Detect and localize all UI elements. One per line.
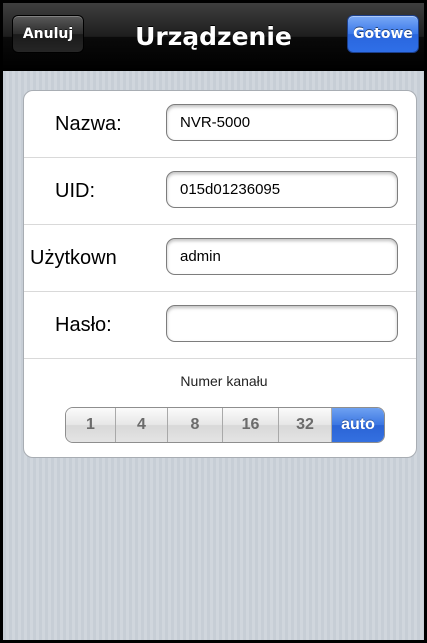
- navigation-bar: Anuluj Urządzenie Gotowe: [3, 3, 424, 71]
- password-field[interactable]: [166, 305, 398, 342]
- uid-label: UID:: [55, 180, 95, 202]
- channel-option-1[interactable]: 1: [66, 408, 116, 442]
- channel-option-8[interactable]: 8: [168, 408, 223, 442]
- row-password: Hasło:: [24, 292, 416, 359]
- channel-option-16[interactable]: 16: [223, 408, 279, 442]
- channel-caption: Numer kanału: [64, 369, 384, 393]
- channel-option-32[interactable]: 32: [279, 408, 332, 442]
- user-label: Użytkown: [30, 247, 117, 269]
- password-label: Hasło:: [55, 314, 112, 336]
- done-button[interactable]: Gotowe: [347, 15, 419, 53]
- device-form: Nazwa: UID: Użytkown Hasło: Numer kanału…: [23, 90, 417, 458]
- name-field[interactable]: [166, 104, 398, 141]
- uid-field[interactable]: [166, 171, 398, 208]
- row-user: Użytkown: [24, 225, 416, 292]
- channel-segmented-control: 1 4 8 16 32 auto: [65, 407, 385, 443]
- user-field[interactable]: [166, 238, 398, 275]
- channel-option-auto[interactable]: auto: [332, 408, 384, 442]
- cancel-button[interactable]: Anuluj: [12, 15, 84, 53]
- channel-option-4[interactable]: 4: [116, 408, 168, 442]
- device-screen: Anuluj Urządzenie Gotowe Nazwa: UID: Uży…: [0, 0, 427, 643]
- row-name: Nazwa:: [24, 91, 416, 158]
- row-uid: UID:: [24, 158, 416, 225]
- name-label: Nazwa:: [55, 113, 122, 135]
